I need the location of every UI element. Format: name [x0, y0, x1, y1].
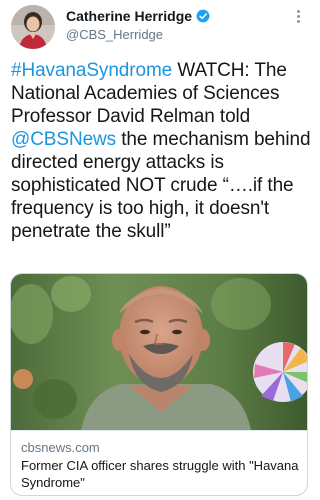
author-handle[interactable]: @CBS_Herridge: [66, 26, 163, 44]
hashtag-link[interactable]: #HavanaSyndrome: [11, 60, 172, 81]
card-thumbnail-image: [11, 274, 307, 430]
avatar[interactable]: [11, 5, 55, 49]
author-name-row[interactable]: Catherine Herridge: [66, 7, 210, 25]
mention-link[interactable]: @CBSNews: [11, 129, 116, 150]
verified-badge-icon: [196, 9, 210, 23]
card-title[interactable]: Former CIA officer shares struggle with …: [21, 457, 299, 491]
card-body[interactable]: cbsnews.com Former CIA officer shares st…: [11, 430, 307, 495]
avatar-image: [11, 5, 55, 49]
card-domain: cbsnews.com: [21, 440, 100, 455]
tweet-text: #HavanaSyndrome WATCH: The National Acad…: [11, 59, 311, 243]
more-options-icon[interactable]: [288, 5, 308, 27]
link-card[interactable]: cbsnews.com Former CIA officer shares st…: [10, 273, 308, 496]
card-thumbnail[interactable]: [11, 274, 307, 430]
display-name[interactable]: Catherine Herridge: [66, 7, 192, 25]
tweet-header: Catherine Herridge @CBS_Herridge: [0, 0, 318, 54]
